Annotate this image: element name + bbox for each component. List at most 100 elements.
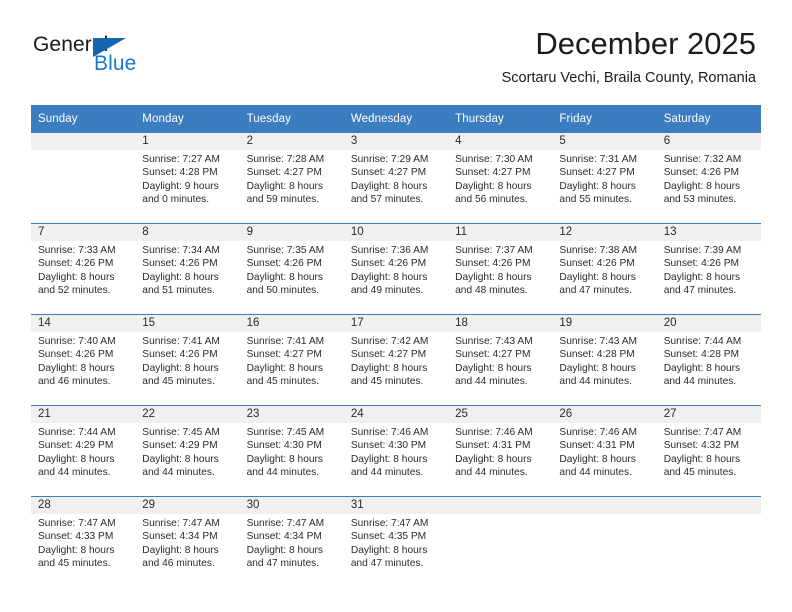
day-number: 16	[239, 315, 344, 332]
calendar-day-cell[interactable]: 25 Sunrise: 7:46 AM Sunset: 4:31 PM Dayligh…	[448, 405, 553, 497]
day-detail-line: Daylight: 8 hours	[559, 180, 636, 192]
day-details: Sunrise: 7:34 AM Sunset: 4:26 PM Daylight:…	[135, 241, 239, 298]
day-number: 9	[239, 224, 344, 241]
calendar-day-cell[interactable]: 14 Sunrise: 7:40 AM Sunset: 4:26 PM Dayligh…	[31, 314, 136, 406]
day-cell-inner: 21 Sunrise: 7:44 AM Sunset: 4:29 PM Dayligh…	[31, 406, 136, 496]
weekday-header-thursday: Thursday	[448, 105, 553, 133]
calendar-day-cell[interactable]: 15 Sunrise: 7:41 AM Sunset: 4:26 PM Dayligh…	[135, 314, 240, 406]
day-details: Sunrise: 7:43 AM Sunset: 4:27 PM Daylight:…	[448, 332, 552, 389]
day-details: Sunrise: 7:45 AM Sunset: 4:30 PM Daylight:…	[240, 423, 344, 480]
day-cell-inner	[656, 497, 761, 587]
day-detail-line: Sunrise: 7:38 AM	[559, 245, 637, 256]
calendar-day-cell[interactable]: 9 Sunrise: 7:35 AM Sunset: 4:26 PM Daylight…	[239, 223, 344, 315]
day-details: Sunrise: 7:32 AM Sunset: 4:26 PM Daylight:…	[657, 150, 761, 207]
calendar-day-cell[interactable]: 3 Sunrise: 7:29 AM Sunset: 4:27 PM Daylight…	[343, 133, 449, 224]
day-cell-inner: 1 Sunrise: 7:27 AM Sunset: 4:28 PM Daylight…	[135, 133, 240, 223]
weekday-header-sunday: Sunday	[31, 105, 136, 133]
page-header: General Blue December 2025 Scortaru Vech…	[0, 0, 792, 100]
day-detail-line: Sunset: 4:27 PM	[246, 167, 322, 179]
day-detail-line: Daylight: 8 hours	[559, 271, 636, 283]
day-details: Sunrise: 7:47 AM Sunset: 4:33 PM Daylight:…	[31, 514, 135, 571]
day-detail-line: Sunrise: 7:47 AM	[350, 518, 429, 529]
day-cell-inner: 7 Sunrise: 7:33 AM Sunset: 4:26 PM Daylight…	[31, 224, 136, 314]
calendar-day-cell[interactable]: 29 Sunrise: 7:47 AM Sunset: 4:34 PM Dayligh…	[135, 496, 240, 587]
day-cell-inner: 28 Sunrise: 7:47 AM Sunset: 4:33 PM Dayligh…	[31, 497, 136, 587]
calendar-day-cell[interactable]: 31 Sunrise: 7:47 AM Sunset: 4:35 PM Dayligh…	[343, 496, 449, 587]
day-detail-line: Sunrise: 7:45 AM	[142, 427, 220, 438]
calendar-day-cell[interactable]: 17 Sunrise: 7:42 AM Sunset: 4:27 PM Dayligh…	[343, 314, 449, 406]
calendar-day-cell[interactable]: 6 Sunrise: 7:32 AM Sunset: 4:26 PM Daylight…	[656, 133, 761, 224]
day-cell-inner: 11 Sunrise: 7:37 AM Sunset: 4:26 PM Dayligh…	[448, 224, 553, 314]
day-cell-inner: 20 Sunrise: 7:44 AM Sunset: 4:28 PM Dayligh…	[656, 315, 761, 405]
day-number: 24	[343, 406, 449, 423]
day-number: 2	[239, 133, 344, 150]
day-detail-line: Sunrise: 7:37 AM	[455, 245, 533, 256]
day-cell-inner: 14 Sunrise: 7:40 AM Sunset: 4:26 PM Dayligh…	[31, 315, 136, 405]
day-cell-inner: 25 Sunrise: 7:46 AM Sunset: 4:31 PM Dayligh…	[448, 406, 553, 496]
calendar-day-cell[interactable]: 12 Sunrise: 7:38 AM Sunset: 4:26 PM Dayligh…	[552, 223, 657, 315]
day-details: Sunrise: 7:47 AM Sunset: 4:32 PM Daylight:…	[657, 423, 761, 480]
calendar-day-cell[interactable]: 1 Sunrise: 7:27 AM Sunset: 4:28 PM Daylight…	[135, 133, 240, 224]
calendar-day-cell[interactable]: 18 Sunrise: 7:43 AM Sunset: 4:27 PM Dayligh…	[448, 314, 553, 406]
day-detail-line: Daylight: 8 hours	[38, 544, 115, 556]
day-details: Sunrise: 7:46 AM Sunset: 4:31 PM Daylight:…	[552, 423, 656, 480]
day-number: 26	[552, 406, 657, 423]
calendar-day-cell[interactable]: 30 Sunrise: 7:47 AM Sunset: 4:34 PM Dayligh…	[239, 496, 344, 587]
calendar-day-cell[interactable]: 13 Sunrise: 7:39 AM Sunset: 4:26 PM Dayligh…	[656, 223, 761, 315]
day-detail-line: Sunrise: 7:28 AM	[246, 154, 325, 165]
calendar-day-cell[interactable]: 28 Sunrise: 7:47 AM Sunset: 4:33 PM Dayligh…	[31, 496, 136, 587]
day-detail-line: and 44 minutes.	[455, 376, 528, 388]
day-number: 17	[343, 315, 449, 332]
day-details: Sunrise: 7:30 AM Sunset: 4:27 PM Daylight:…	[448, 150, 552, 207]
day-number: 5	[552, 133, 657, 150]
calendar-day-cell[interactable]: 4 Sunrise: 7:30 AM Sunset: 4:27 PM Daylight…	[448, 133, 553, 224]
day-detail-line: Sunset: 4:27 PM	[350, 167, 427, 179]
day-detail-line: Sunrise: 7:47 AM	[246, 518, 325, 529]
day-number: 23	[239, 406, 344, 423]
day-details: Sunrise: 7:37 AM Sunset: 4:26 PM Daylight:…	[448, 241, 552, 298]
day-details: Sunrise: 7:47 AM Sunset: 4:34 PM Daylight:…	[240, 514, 344, 571]
day-detail-line: and 52 minutes.	[38, 285, 111, 297]
calendar-day-cell[interactable]: 7 Sunrise: 7:33 AM Sunset: 4:26 PM Daylight…	[31, 223, 136, 315]
day-detail-line: and 51 minutes.	[142, 285, 215, 297]
day-number: 4	[448, 133, 553, 150]
day-details: Sunrise: 7:45 AM Sunset: 4:29 PM Daylight:…	[135, 423, 239, 480]
calendar-day-cell[interactable]: 5 Sunrise: 7:31 AM Sunset: 4:27 PM Daylight…	[552, 133, 657, 224]
weekday-header-wednesday: Wednesday	[343, 105, 449, 133]
day-detail-line: and 46 minutes.	[142, 558, 215, 570]
calendar-grid: Sunday Monday Tuesday Wednesday Thursday Frid…	[31, 105, 761, 587]
calendar-day-cell[interactable]: 26 Sunrise: 7:46 AM Sunset: 4:31 PM Dayligh…	[552, 405, 657, 497]
calendar-day-cell[interactable]: 24 Sunrise: 7:46 AM Sunset: 4:30 PM Dayligh…	[343, 405, 449, 497]
day-cell-inner: 30 Sunrise: 7:47 AM Sunset: 4:34 PM Dayligh…	[239, 497, 344, 587]
calendar-day-cell[interactable]: 22 Sunrise: 7:45 AM Sunset: 4:29 PM Dayligh…	[135, 405, 240, 497]
calendar-day-cell[interactable]: 16 Sunrise: 7:41 AM Sunset: 4:27 PM Dayligh…	[239, 314, 344, 406]
day-cell-inner: 24 Sunrise: 7:46 AM Sunset: 4:30 PM Dayligh…	[343, 406, 449, 496]
calendar-day-cell[interactable]: 11 Sunrise: 7:37 AM Sunset: 4:26 PM Dayligh…	[448, 223, 553, 315]
day-cell-inner: 26 Sunrise: 7:46 AM Sunset: 4:31 PM Dayligh…	[552, 406, 657, 496]
calendar-day-cell[interactable]: 20 Sunrise: 7:44 AM Sunset: 4:28 PM Dayligh…	[656, 314, 761, 406]
day-number: 31	[343, 497, 449, 514]
day-detail-line: Daylight: 8 hours	[663, 180, 741, 192]
calendar-day-cell[interactable]: 2 Sunrise: 7:28 AM Sunset: 4:27 PM Daylight…	[239, 133, 344, 224]
day-detail-line: and 0 minutes.	[142, 194, 210, 206]
calendar-day-cell[interactable]: 19 Sunrise: 7:43 AM Sunset: 4:28 PM Dayligh…	[552, 314, 657, 406]
calendar-day-cell[interactable]: 27 Sunrise: 7:47 AM Sunset: 4:32 PM Dayligh…	[656, 405, 761, 497]
calendar-body: 1 Sunrise: 7:27 AM Sunset: 4:28 PM Daylight…	[31, 133, 761, 587]
location-subtitle: Scortaru Vechi, Braila County, Romania	[501, 70, 756, 86]
day-detail-line: and 50 minutes.	[246, 285, 320, 297]
day-detail-line: and 45 minutes.	[663, 467, 737, 479]
day-detail-line: and 59 minutes.	[246, 194, 320, 206]
calendar-day-cell[interactable]: 8 Sunrise: 7:34 AM Sunset: 4:26 PM Daylight…	[135, 223, 240, 315]
day-detail-line: Sunrise: 7:39 AM	[663, 245, 742, 256]
day-details: Sunrise: 7:31 AM Sunset: 4:27 PM Daylight:…	[552, 150, 656, 207]
calendar-day-cell[interactable]: 23 Sunrise: 7:45 AM Sunset: 4:30 PM Dayligh…	[239, 405, 344, 497]
day-detail-line: Daylight: 8 hours	[663, 362, 741, 374]
day-detail-line: Daylight: 8 hours	[38, 362, 115, 374]
day-detail-line: Daylight: 8 hours	[455, 271, 532, 283]
calendar-day-cell[interactable]: 10 Sunrise: 7:36 AM Sunset: 4:26 PM Dayligh…	[343, 223, 449, 315]
day-number: 18	[448, 315, 553, 332]
day-detail-line: Sunset: 4:32 PM	[663, 440, 740, 452]
day-number: 12	[552, 224, 657, 241]
calendar-day-cell[interactable]: 21 Sunrise: 7:44 AM Sunset: 4:29 PM Dayligh…	[31, 405, 136, 497]
day-detail-line: Daylight: 8 hours	[38, 453, 115, 465]
